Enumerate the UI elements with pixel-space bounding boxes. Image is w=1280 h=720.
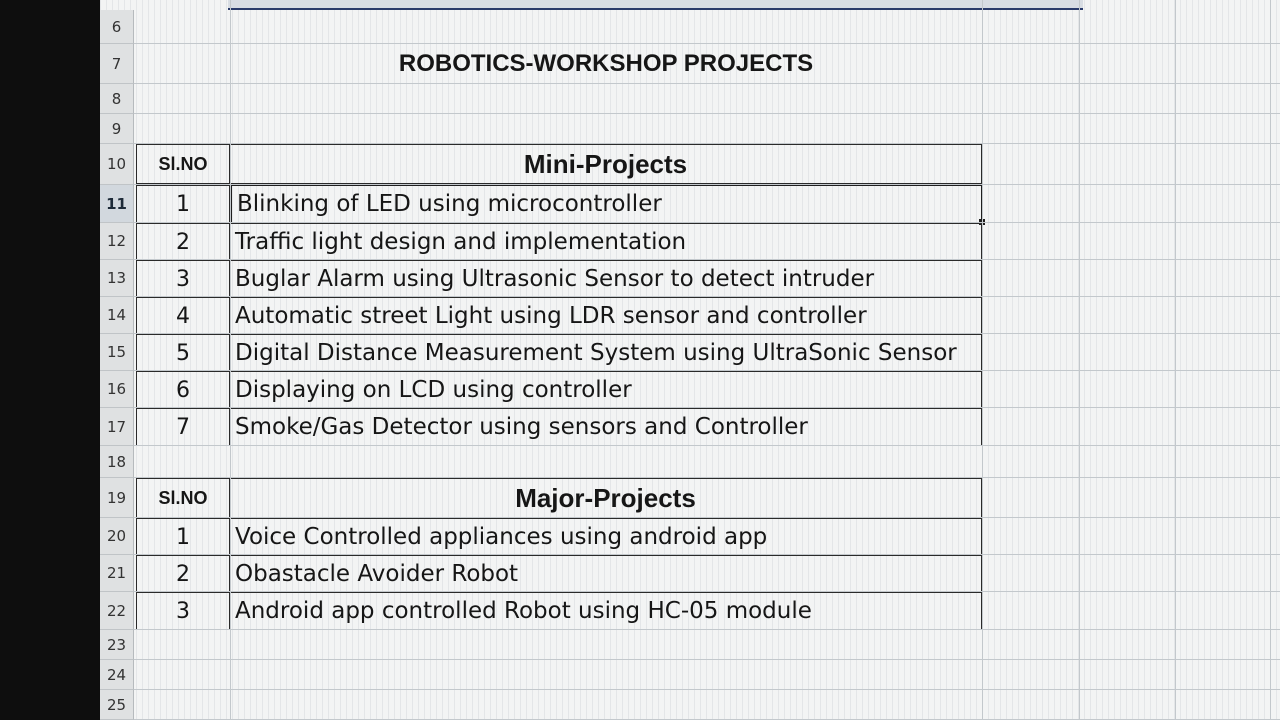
gridline	[134, 370, 1280, 371]
gridline	[134, 143, 1280, 144]
gridline	[134, 113, 1280, 114]
row-header[interactable]: 13	[100, 260, 134, 297]
row-header[interactable]: 9	[100, 114, 134, 144]
gridline	[134, 296, 1280, 297]
row-header[interactable]: 8	[100, 84, 134, 114]
gridline	[134, 333, 1280, 334]
major-row-2-project[interactable]: Obastacle Avoider Robot	[229, 555, 982, 593]
mini-row-5-number[interactable]: 5	[136, 334, 230, 372]
row-header[interactable]: 7	[100, 44, 134, 84]
mini-row-1-project[interactable]: Blinking of LED using microcontroller	[230, 184, 983, 224]
mini-row-2-number[interactable]: 2	[136, 223, 230, 261]
major-row-1-number[interactable]: 1	[136, 518, 230, 556]
mini-row-7-number[interactable]: 7	[136, 408, 230, 446]
row-header[interactable]: 6	[100, 10, 134, 44]
major-row-3-number[interactable]: 3	[136, 592, 230, 630]
row-header[interactable]: 10	[100, 144, 134, 185]
row-header[interactable]: 14	[100, 297, 134, 334]
mini-row-4-project[interactable]: Automatic street Light using LDR sensor …	[229, 297, 982, 335]
gridline	[134, 259, 1280, 260]
gridline	[134, 517, 1280, 518]
gridline	[134, 591, 1280, 592]
gridline	[134, 554, 1280, 555]
mini-row-1-number[interactable]: 1	[136, 185, 230, 223]
gridline	[1270, 0, 1271, 720]
mini-row-3-project[interactable]: Buglar Alarm using Ultrasonic Sensor to …	[229, 260, 982, 298]
mini-row-6-number[interactable]: 6	[136, 371, 230, 409]
row-header[interactable]: 15	[100, 334, 134, 371]
mini-row-6-project[interactable]: Displaying on LCD using controller	[229, 371, 982, 409]
row-header[interactable]: 25	[100, 690, 134, 720]
mini-row-2-project[interactable]: Traffic light design and implementation	[229, 223, 982, 261]
major-slno-header[interactable]: Sl.NO	[136, 478, 230, 518]
row-header[interactable]: 20	[100, 518, 134, 555]
major-projects-header[interactable]: Major-Projects	[229, 478, 982, 518]
row-header[interactable]: 21	[100, 555, 134, 592]
gridline	[134, 477, 1280, 478]
gridline	[134, 83, 1280, 84]
major-row-1-project[interactable]: Voice Controlled appliances using androi…	[229, 518, 982, 556]
sheet-title[interactable]: ROBOTICS-WORKSHOP PROJECTS	[230, 44, 982, 84]
row-header[interactable]: 12	[100, 223, 134, 260]
gridline	[134, 184, 1280, 185]
gridline	[134, 222, 1280, 223]
row-header[interactable]: 16	[100, 371, 134, 408]
gridline	[134, 659, 1280, 660]
major-row-3-project[interactable]: Android app controlled Robot using HC-05…	[229, 592, 982, 630]
gridline	[134, 407, 1280, 408]
gridline	[230, 0, 231, 720]
row-header[interactable]: 17	[100, 408, 134, 446]
gridline	[134, 629, 1280, 630]
gridline	[1175, 0, 1176, 720]
mini-row-5-project[interactable]: Digital Distance Measurement System usin…	[229, 334, 982, 372]
gridline	[982, 0, 983, 720]
mini-row-7-project[interactable]: Smoke/Gas Detector using sensors and Con…	[229, 408, 982, 446]
mini-row-4-number[interactable]: 4	[136, 297, 230, 335]
gridline	[134, 689, 1280, 690]
row-header[interactable]: 23	[100, 630, 134, 660]
spreadsheet-grid[interactable]: 6 7 8 9 10 11 12 13 14 15 16 17 18 19 20 21 22 23 24 25 ROB…	[100, 0, 1280, 720]
row-header[interactable]: 22	[100, 592, 134, 630]
mini-slno-header[interactable]: Sl.NO	[136, 144, 230, 184]
column-header-strip	[228, 0, 1083, 10]
gridline	[134, 43, 1280, 44]
gridline	[134, 445, 1280, 446]
mini-projects-header[interactable]: Mini-Projects	[229, 144, 982, 184]
major-row-2-number[interactable]: 2	[136, 555, 230, 593]
mini-row-3-number[interactable]: 3	[136, 260, 230, 298]
row-header[interactable]: 18	[100, 446, 134, 478]
gridline	[1079, 0, 1080, 720]
row-header[interactable]: 24	[100, 660, 134, 690]
row-header[interactable]: 19	[100, 478, 134, 518]
row-header[interactable]: 11	[100, 185, 134, 223]
